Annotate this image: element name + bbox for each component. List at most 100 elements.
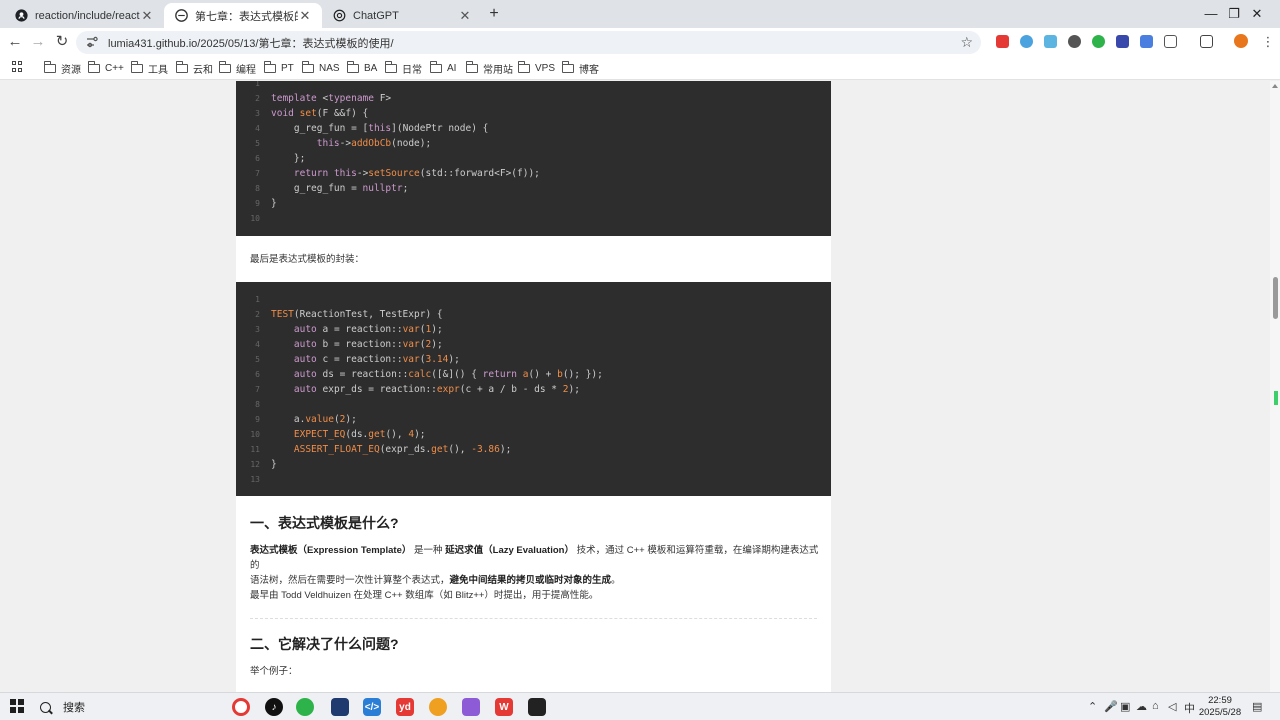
- folder-icon: [87, 60, 100, 73]
- forward-button[interactable]: →: [28, 32, 48, 52]
- bookmark-folder[interactable]: PT: [263, 60, 294, 76]
- notification-icon[interactable]: ▤: [1252, 700, 1262, 713]
- extension-cloud-icon[interactable]: [1020, 35, 1033, 48]
- bookmark-folder[interactable]: 日常: [384, 60, 422, 76]
- code-block: 1 2 template < typename F> 3 void set (F &&f) …: [236, 81, 831, 236]
- microphone-icon[interactable]: 🎤: [1104, 700, 1118, 713]
- close-icon[interactable]: ✕: [298, 8, 312, 24]
- taskbar-clock[interactable]: 22:59 2025/5/28: [1198, 695, 1242, 719]
- yd-icon[interactable]: yd: [396, 698, 414, 716]
- code-token: auto: [293, 324, 317, 335]
- extension-green-icon[interactable]: [1092, 35, 1105, 48]
- bookmark-folder[interactable]: 编程: [218, 60, 256, 76]
- visual-studio-icon[interactable]: [462, 698, 480, 716]
- search-label: 搜索: [63, 702, 85, 714]
- tab-github[interactable]: reaction/include/reaction/ex ✕: [4, 3, 164, 28]
- code-line: 5 this -> addObCb (node);: [236, 136, 431, 151]
- bookmark-folder[interactable]: 工具: [130, 60, 168, 76]
- volume-icon[interactable]: ◁: [1168, 700, 1176, 713]
- line-number: 4: [255, 340, 260, 349]
- code-line: 6 auto ds = reaction:: calc ([&]() { retur…: [236, 367, 603, 382]
- ime-indicator[interactable]: 中: [1184, 700, 1195, 716]
- code-token: (c + a / b - ds *: [459, 384, 563, 395]
- code-token: a = reaction::: [316, 324, 403, 335]
- windows-start-icon[interactable]: [10, 699, 24, 713]
- apps-grid-icon[interactable]: [12, 61, 24, 73]
- tray-app-icon[interactable]: ▣: [1120, 700, 1130, 713]
- code-line: 7 auto expr_ds = reaction:: expr (c + a / …: [236, 382, 580, 397]
- extension-blue-icon[interactable]: [1044, 35, 1057, 48]
- chevron-up-icon[interactable]: ⌃: [1088, 700, 1097, 713]
- bookmark-folder[interactable]: 云和: [175, 60, 213, 76]
- code-line: 4 auto b = reaction:: var(2);: [236, 337, 443, 352]
- scroll-thumb[interactable]: [1273, 277, 1278, 319]
- wps-icon[interactable]: W: [495, 698, 513, 716]
- emphasis-text: 避免中间结果的拷贝或临时对象的生成: [449, 575, 612, 586]
- site-info-icon[interactable]: [86, 36, 100, 50]
- author-link[interactable]: Todd Veldhuizen: [281, 590, 351, 601]
- search-app-icon[interactable]: [429, 698, 447, 716]
- bookmark-folder[interactable]: 常用站: [465, 60, 513, 76]
- code-token: var: [402, 324, 420, 335]
- folder-icon: [175, 60, 188, 73]
- code-token: TEST: [271, 309, 294, 320]
- folder-icon: [346, 60, 359, 73]
- line-number: 7: [255, 385, 260, 394]
- bookmark-folder[interactable]: 资源: [43, 60, 81, 76]
- line-number: 4: [255, 124, 260, 133]
- scroll-up-arrow-icon[interactable]: [1272, 84, 1278, 88]
- code-line: 5 auto c = reaction:: var(3.14);: [236, 352, 460, 367]
- profile-avatar[interactable]: [1234, 34, 1248, 48]
- line-number: 9: [255, 415, 260, 424]
- line-number: 5: [255, 139, 260, 148]
- address-bar[interactable]: lumia431.github.io/2025/05/13/第七章：表达式模板的…: [76, 31, 981, 54]
- code-token: );: [499, 444, 512, 455]
- code-token: get: [368, 429, 386, 440]
- tab-article[interactable]: 第七章：表达式模板的使用 | Lu ✕: [164, 3, 322, 28]
- tab-chatgpt[interactable]: ChatGPT ✕: [322, 3, 482, 28]
- taskbar-search[interactable]: 搜索: [34, 696, 224, 718]
- bookmark-folder[interactable]: 博客: [561, 60, 599, 76]
- close-icon[interactable]: ✕: [140, 8, 154, 24]
- extension-play-icon[interactable]: [1116, 35, 1129, 48]
- chrome-icon[interactable]: [232, 698, 250, 716]
- extensions-puzzle-icon[interactable]: [1164, 35, 1177, 48]
- close-window-button[interactable]: ✕: [1234, 0, 1280, 28]
- tab-title: 第七章：表达式模板的使用 | Lu: [195, 10, 298, 23]
- bookmark-folder[interactable]: AI: [429, 60, 456, 76]
- back-button[interactable]: ←: [5, 32, 25, 52]
- network-icon[interactable]: ⌂: [1152, 700, 1159, 712]
- code-token: return: [482, 369, 517, 380]
- extension-dark-icon[interactable]: [1068, 35, 1081, 48]
- close-icon[interactable]: ✕: [458, 8, 472, 24]
- extension-red-icon[interactable]: [996, 35, 1009, 48]
- wechat-icon[interactable]: [296, 698, 314, 716]
- terminal-icon[interactable]: [528, 698, 546, 716]
- section-heading: 一、表达式模板是什么?: [250, 515, 399, 531]
- bookmark-folder[interactable]: VPS: [517, 60, 555, 76]
- cloud-icon[interactable]: ☁: [1136, 700, 1147, 713]
- bookmark-folder[interactable]: BA: [346, 60, 377, 76]
- reload-button[interactable]: ↻: [52, 32, 72, 52]
- code-token: );: [431, 324, 443, 335]
- code-line: 11 ASSERT_FLOAT_EQ (expr_ds. get (), -3.86)…: [236, 442, 511, 457]
- tiktok-icon[interactable]: ♪: [265, 698, 283, 716]
- page-scrollbar[interactable]: [1270, 81, 1280, 692]
- new-tab-button[interactable]: +: [484, 4, 504, 24]
- code-token: };: [271, 153, 306, 164]
- code-line: 3 void set (F &&f) {: [236, 106, 368, 121]
- files-icon[interactable]: [331, 698, 349, 716]
- extension-translate-icon[interactable]: [1140, 35, 1153, 48]
- code-token: expr: [436, 384, 460, 395]
- bookmark-folder[interactable]: NAS: [301, 60, 340, 76]
- code-token: auto: [293, 384, 317, 395]
- vscode-icon[interactable]: </>: [363, 698, 381, 716]
- reading-list-icon[interactable]: [1200, 35, 1213, 48]
- code-line: 13: [236, 472, 271, 487]
- bookmark-folder[interactable]: C++: [87, 60, 124, 76]
- menu-icon[interactable]: ⋮: [1258, 32, 1278, 52]
- code-token: g_reg_fun = [: [271, 123, 369, 134]
- bookmark-star-icon[interactable]: ☆: [960, 34, 973, 51]
- code-token: );: [345, 414, 357, 425]
